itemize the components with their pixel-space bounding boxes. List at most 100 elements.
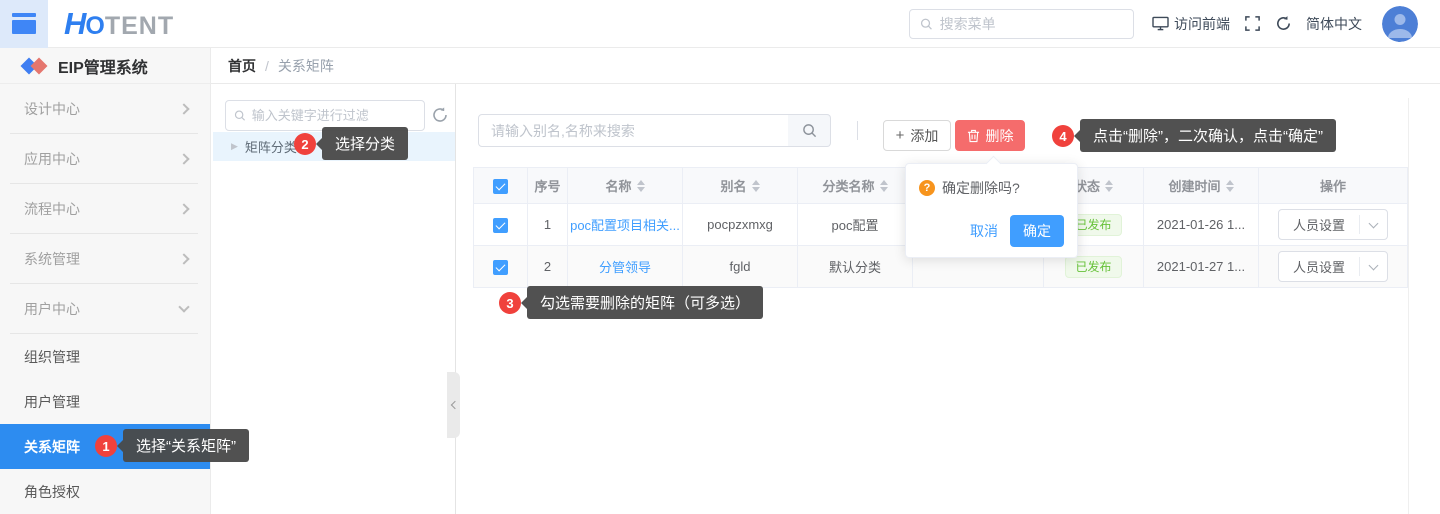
- column-label: 分类名称: [822, 176, 874, 195]
- sort-icon[interactable]: [880, 180, 888, 192]
- table-search-button[interactable]: [788, 114, 831, 147]
- row-checkbox[interactable]: [493, 260, 508, 275]
- visit-frontend-button[interactable]: 访问前端: [1152, 14, 1230, 34]
- personnel-setting-label: 人员设置: [1279, 252, 1359, 281]
- language-label: 简体中文: [1306, 14, 1362, 34]
- sidebar-item-label: 设计中心: [24, 99, 80, 119]
- action-dropdown-toggle[interactable]: [1360, 252, 1387, 281]
- cell-action: 人员设置: [1259, 246, 1408, 288]
- delete-button[interactable]: 删除: [955, 120, 1025, 151]
- sidebar-item-role-auth[interactable]: 角色授权: [0, 469, 210, 514]
- cell-no: 1: [528, 204, 568, 246]
- cell-alias: fgld: [683, 246, 798, 288]
- sidebar-item-org-mgmt[interactable]: 组织管理: [0, 334, 210, 379]
- sidebar-item-label: 用户中心: [24, 299, 80, 319]
- sidebar-item-system-mgmt[interactable]: 系统管理: [0, 234, 210, 284]
- sort-icon[interactable]: [637, 180, 645, 192]
- sidebar-item-label: 用户管理: [24, 392, 80, 412]
- fullscreen-button[interactable]: [1244, 15, 1261, 32]
- step-tooltip: 选择分类: [322, 127, 408, 160]
- header-alias[interactable]: 别名: [683, 168, 798, 204]
- chevron-right-icon: [178, 153, 189, 164]
- sort-icon[interactable]: [1226, 180, 1234, 192]
- menu-fold-button[interactable]: [0, 0, 48, 48]
- cell-created: 2021-01-26 1...: [1144, 204, 1259, 246]
- header-action: 操作: [1259, 168, 1408, 204]
- eip-logo-icon: [22, 55, 48, 77]
- cell-name: 分管领导: [568, 246, 683, 288]
- breadcrumb: 首页 / 关系矩阵: [211, 48, 1440, 84]
- confirm-button[interactable]: 确定: [1010, 215, 1064, 247]
- header-name[interactable]: 名称: [568, 168, 683, 204]
- table-search-input[interactable]: [491, 123, 776, 139]
- header-category[interactable]: 分类名称: [798, 168, 913, 204]
- select-all-checkbox[interactable]: [493, 179, 508, 194]
- tree-node-label: 矩阵分类: [245, 137, 297, 156]
- monitor-icon: [1152, 16, 1169, 31]
- sidebar-item-app-center[interactable]: 应用中心: [0, 134, 210, 184]
- user-avatar[interactable]: [1382, 6, 1418, 42]
- personnel-setting-button[interactable]: 人员设置: [1278, 209, 1388, 240]
- tree-refresh-button[interactable]: [431, 106, 449, 129]
- main-panel-border: [1408, 98, 1409, 514]
- row-checkbox[interactable]: [493, 218, 508, 233]
- refresh-button[interactable]: [1275, 15, 1292, 32]
- tree-expand-icon[interactable]: ▶: [231, 141, 238, 152]
- header-created[interactable]: 创建时间: [1144, 168, 1259, 204]
- tree-filter-input[interactable]: [252, 108, 416, 123]
- sidebar-item-label: 流程中心: [24, 199, 80, 219]
- sort-icon[interactable]: [1105, 180, 1113, 192]
- panel-collapse-handle[interactable]: [447, 372, 460, 438]
- cell-created: 2021-01-27 1...: [1144, 246, 1259, 288]
- column-label: 名称: [605, 176, 631, 195]
- logo-text: TENT: [105, 12, 174, 41]
- sidebar-item-label: 应用中心: [24, 149, 80, 169]
- column-label: 序号: [534, 176, 560, 195]
- toolbar-divider: [857, 121, 858, 140]
- sidebar-item-flow-center[interactable]: 流程中心: [0, 184, 210, 234]
- sidebar-item-label: 组织管理: [24, 347, 80, 367]
- row-select-cell: [474, 246, 528, 288]
- step-tooltip: 点击“删除”，二次确认，点击“确定”: [1080, 119, 1336, 152]
- refresh-icon: [1275, 15, 1292, 32]
- menu-search-input[interactable]: [940, 16, 1123, 32]
- search-icon: [920, 17, 933, 31]
- visit-frontend-label: 访问前端: [1174, 14, 1230, 34]
- matrix-name-link[interactable]: 分管领导: [599, 260, 651, 275]
- cancel-button[interactable]: 取消: [970, 221, 998, 241]
- cell-category: poc配置: [798, 204, 913, 246]
- column-label: 别名: [720, 176, 746, 195]
- breadcrumb-separator: /: [265, 58, 269, 74]
- column-label: 创建时间: [1168, 176, 1220, 195]
- column-label: 操作: [1320, 176, 1346, 195]
- chevron-right-icon: [178, 103, 189, 114]
- chevron-down-icon: [1369, 260, 1379, 270]
- sidebar-item-user-mgmt[interactable]: 用户管理: [0, 379, 210, 424]
- step-tooltip: 选择“关系矩阵”: [123, 429, 249, 462]
- sidebar-item-user-center[interactable]: 用户中心: [0, 284, 210, 334]
- tree-panel-border: [455, 84, 456, 514]
- avatar-icon: [1382, 6, 1418, 42]
- matrix-name-link[interactable]: poc配置项目相关...: [570, 218, 680, 233]
- header-no: 序号: [528, 168, 568, 204]
- cell-no: 2: [528, 246, 568, 288]
- sort-icon[interactable]: [752, 180, 760, 192]
- chevron-right-icon: [178, 203, 189, 214]
- breadcrumb-home[interactable]: 首页: [228, 56, 256, 76]
- table-search-box: [478, 114, 789, 147]
- add-button[interactable]: + 添加: [883, 120, 951, 151]
- language-switcher[interactable]: 简体中文: [1306, 14, 1362, 34]
- add-button-label: 添加: [910, 126, 938, 146]
- question-icon: ?: [919, 180, 935, 196]
- confirm-message: 确定删除吗?: [942, 178, 1020, 198]
- plus-icon: +: [896, 127, 905, 144]
- breadcrumb-current: 关系矩阵: [278, 56, 334, 76]
- cell-action: 人员设置: [1259, 204, 1408, 246]
- search-icon: [802, 123, 817, 138]
- logo-letter-h: H: [64, 6, 85, 42]
- sidebar-item-label: 角色授权: [24, 482, 80, 502]
- step-badge: 4: [1052, 125, 1074, 147]
- personnel-setting-button[interactable]: 人员设置: [1278, 251, 1388, 282]
- sidebar-item-design-center[interactable]: 设计中心: [0, 84, 210, 134]
- action-dropdown-toggle[interactable]: [1360, 210, 1387, 239]
